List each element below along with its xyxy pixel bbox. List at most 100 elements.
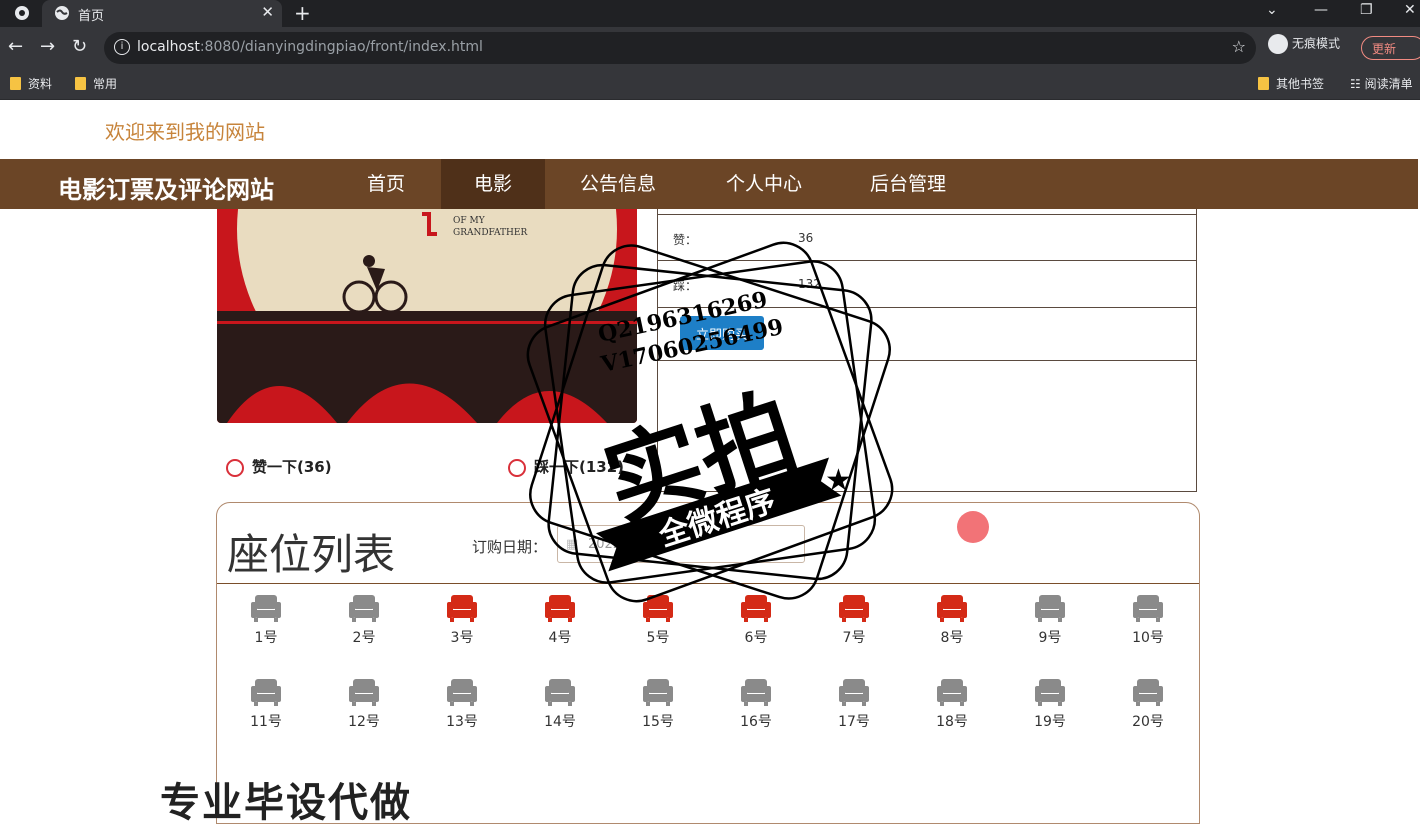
site-navbar: 电影订票及评论网站 首页 电影 公告信息 个人中心 后台管理 — [0, 159, 1418, 209]
bookmark-label: 其他书签 — [1276, 77, 1325, 91]
nav-movies[interactable]: 电影 — [441, 159, 545, 209]
watermark-stamp: Q2196316269 V17060256499 实拍 全微程序 ★ ★ — [526, 241, 894, 603]
seat-14[interactable]: 14号 — [530, 677, 590, 731]
seat-label: 20号 — [1132, 714, 1164, 730]
bottom-watermark: 专业毕设代做 — [160, 780, 412, 826]
new-tab-icon[interactable]: + — [294, 1, 311, 25]
browser-tab-strip: 首页 ✕ + ⌄ — ❐ ✕ — [0, 0, 1420, 27]
forward-icon[interactable]: → — [40, 36, 55, 57]
seat-19[interactable]: 19号 — [1020, 677, 1080, 731]
welcome-text: 欢迎来到我的网站 — [105, 120, 265, 144]
bookmark-folder-changyong[interactable]: 常用 — [75, 75, 117, 92]
seat-9[interactable]: 9号 — [1020, 593, 1080, 647]
seat-icon — [447, 679, 477, 706]
poster-caption-1: OF MY — [453, 216, 486, 226]
seat-13[interactable]: 13号 — [432, 677, 492, 731]
seat-10[interactable]: 10号 — [1118, 593, 1178, 647]
seat-label: 6号 — [744, 630, 768, 646]
nav-user-center[interactable]: 个人中心 — [697, 159, 831, 209]
seat-label: 12号 — [348, 714, 380, 730]
seat-icon — [741, 679, 771, 706]
seat-icon — [447, 595, 477, 622]
seat-label: 15号 — [642, 714, 674, 730]
seat-icon — [643, 679, 673, 706]
seat-15[interactable]: 15号 — [628, 677, 688, 731]
nav-announcements[interactable]: 公告信息 — [556, 159, 680, 209]
browser-tab[interactable]: 首页 ✕ — [42, 0, 282, 27]
seat-17[interactable]: 17号 — [824, 677, 884, 731]
incognito-label: 无痕模式 — [1292, 36, 1341, 51]
folder-icon — [1258, 77, 1269, 90]
seat-icon — [349, 595, 379, 622]
bookmark-star-icon[interactable]: ☆ — [1232, 37, 1246, 56]
reading-list[interactable]: ☷ 阅读清单 — [1350, 75, 1413, 92]
seat-label: 1号 — [254, 630, 278, 646]
star-icon: ★ — [610, 523, 637, 558]
seat-label: 7号 — [842, 630, 866, 646]
tab-title: 首页 — [78, 9, 105, 24]
smile-icon — [226, 459, 244, 477]
seat-12[interactable]: 12号 — [334, 677, 394, 731]
restore-icon[interactable]: ❐ — [1360, 2, 1373, 18]
tab-search-icon[interactable]: ⌄ — [1266, 2, 1278, 18]
seat-icon — [937, 595, 967, 622]
update-button[interactable]: 更新 — [1361, 36, 1420, 60]
like-label: 赞一下(36) — [252, 458, 332, 476]
seat-label: 4号 — [548, 630, 572, 646]
site-brand[interactable]: 电影订票及评论网站 — [58, 170, 274, 205]
seat-label: 10号 — [1132, 630, 1164, 646]
minimize-icon[interactable]: — — [1314, 2, 1328, 18]
seat-18[interactable]: 18号 — [922, 677, 982, 731]
bookmark-label: 资料 — [28, 77, 53, 91]
like-button[interactable]: 赞一下(36) — [226, 456, 332, 477]
seat-icon — [937, 679, 967, 706]
seat-icon — [1133, 679, 1163, 706]
seat-label: 18号 — [936, 714, 968, 730]
mouse-cursor-highlight — [957, 511, 989, 543]
seat-label: 3号 — [450, 630, 474, 646]
seat-label: 11号 — [250, 714, 282, 730]
seat-label: 8号 — [940, 630, 964, 646]
browser-toolbar: ← → ↻ i localhost:8080/dianyingdingpiao/… — [0, 27, 1420, 69]
address-url: localhost:8080/dianyingdingpiao/front/in… — [137, 39, 483, 55]
window-close-icon[interactable]: ✕ — [1404, 2, 1416, 18]
seat-label: 9号 — [1038, 630, 1062, 646]
seat-label: 14号 — [544, 714, 576, 730]
seat-label: 2号 — [352, 630, 376, 646]
seat-icon — [251, 679, 281, 706]
seat-1[interactable]: 1号 — [236, 593, 296, 647]
globe-icon — [55, 6, 69, 20]
bookmark-other[interactable]: 其他书签 — [1258, 75, 1324, 92]
seat-label: 19号 — [1034, 714, 1066, 730]
seat-icon — [1133, 595, 1163, 622]
seat-icon — [349, 679, 379, 706]
nav-admin[interactable]: 后台管理 — [842, 159, 974, 209]
seat-list-title: 座位列表 — [227, 530, 396, 579]
bookmark-label: 常用 — [93, 77, 118, 91]
tab-close-icon[interactable]: ✕ — [261, 3, 274, 21]
site-info-icon[interactable]: i — [114, 39, 130, 55]
seat-3: 3号 — [432, 593, 492, 647]
seat-16[interactable]: 16号 — [726, 677, 786, 731]
seat-label: 17号 — [838, 714, 870, 730]
bookmark-folder-ziliao[interactable]: 资料 — [10, 75, 52, 92]
seat-icon — [1035, 679, 1065, 706]
seat-icon — [839, 679, 869, 706]
folder-icon — [10, 77, 21, 90]
seat-icon — [1035, 595, 1065, 622]
browser-logo-icon — [15, 6, 29, 20]
bookmarks-bar: 资料 常用 其他书签 ☷ 阅读清单 — [0, 69, 1420, 100]
back-icon[interactable]: ← — [8, 36, 23, 57]
reload-icon[interactable]: ↻ — [72, 36, 87, 57]
seat-11[interactable]: 11号 — [236, 677, 296, 731]
seat-2[interactable]: 2号 — [334, 593, 394, 647]
seat-icon — [251, 595, 281, 622]
address-bar[interactable]: i localhost:8080/dianyingdingpiao/front/… — [104, 32, 1256, 64]
nav-home[interactable]: 首页 — [336, 159, 436, 209]
incognito-indicator[interactable]: 无痕模式 — [1268, 34, 1340, 54]
incognito-icon — [1268, 34, 1288, 54]
star-icon: ★ — [825, 463, 852, 498]
seat-label: 16号 — [740, 714, 772, 730]
seat-label: 13号 — [446, 714, 478, 730]
seat-20[interactable]: 20号 — [1118, 677, 1178, 731]
